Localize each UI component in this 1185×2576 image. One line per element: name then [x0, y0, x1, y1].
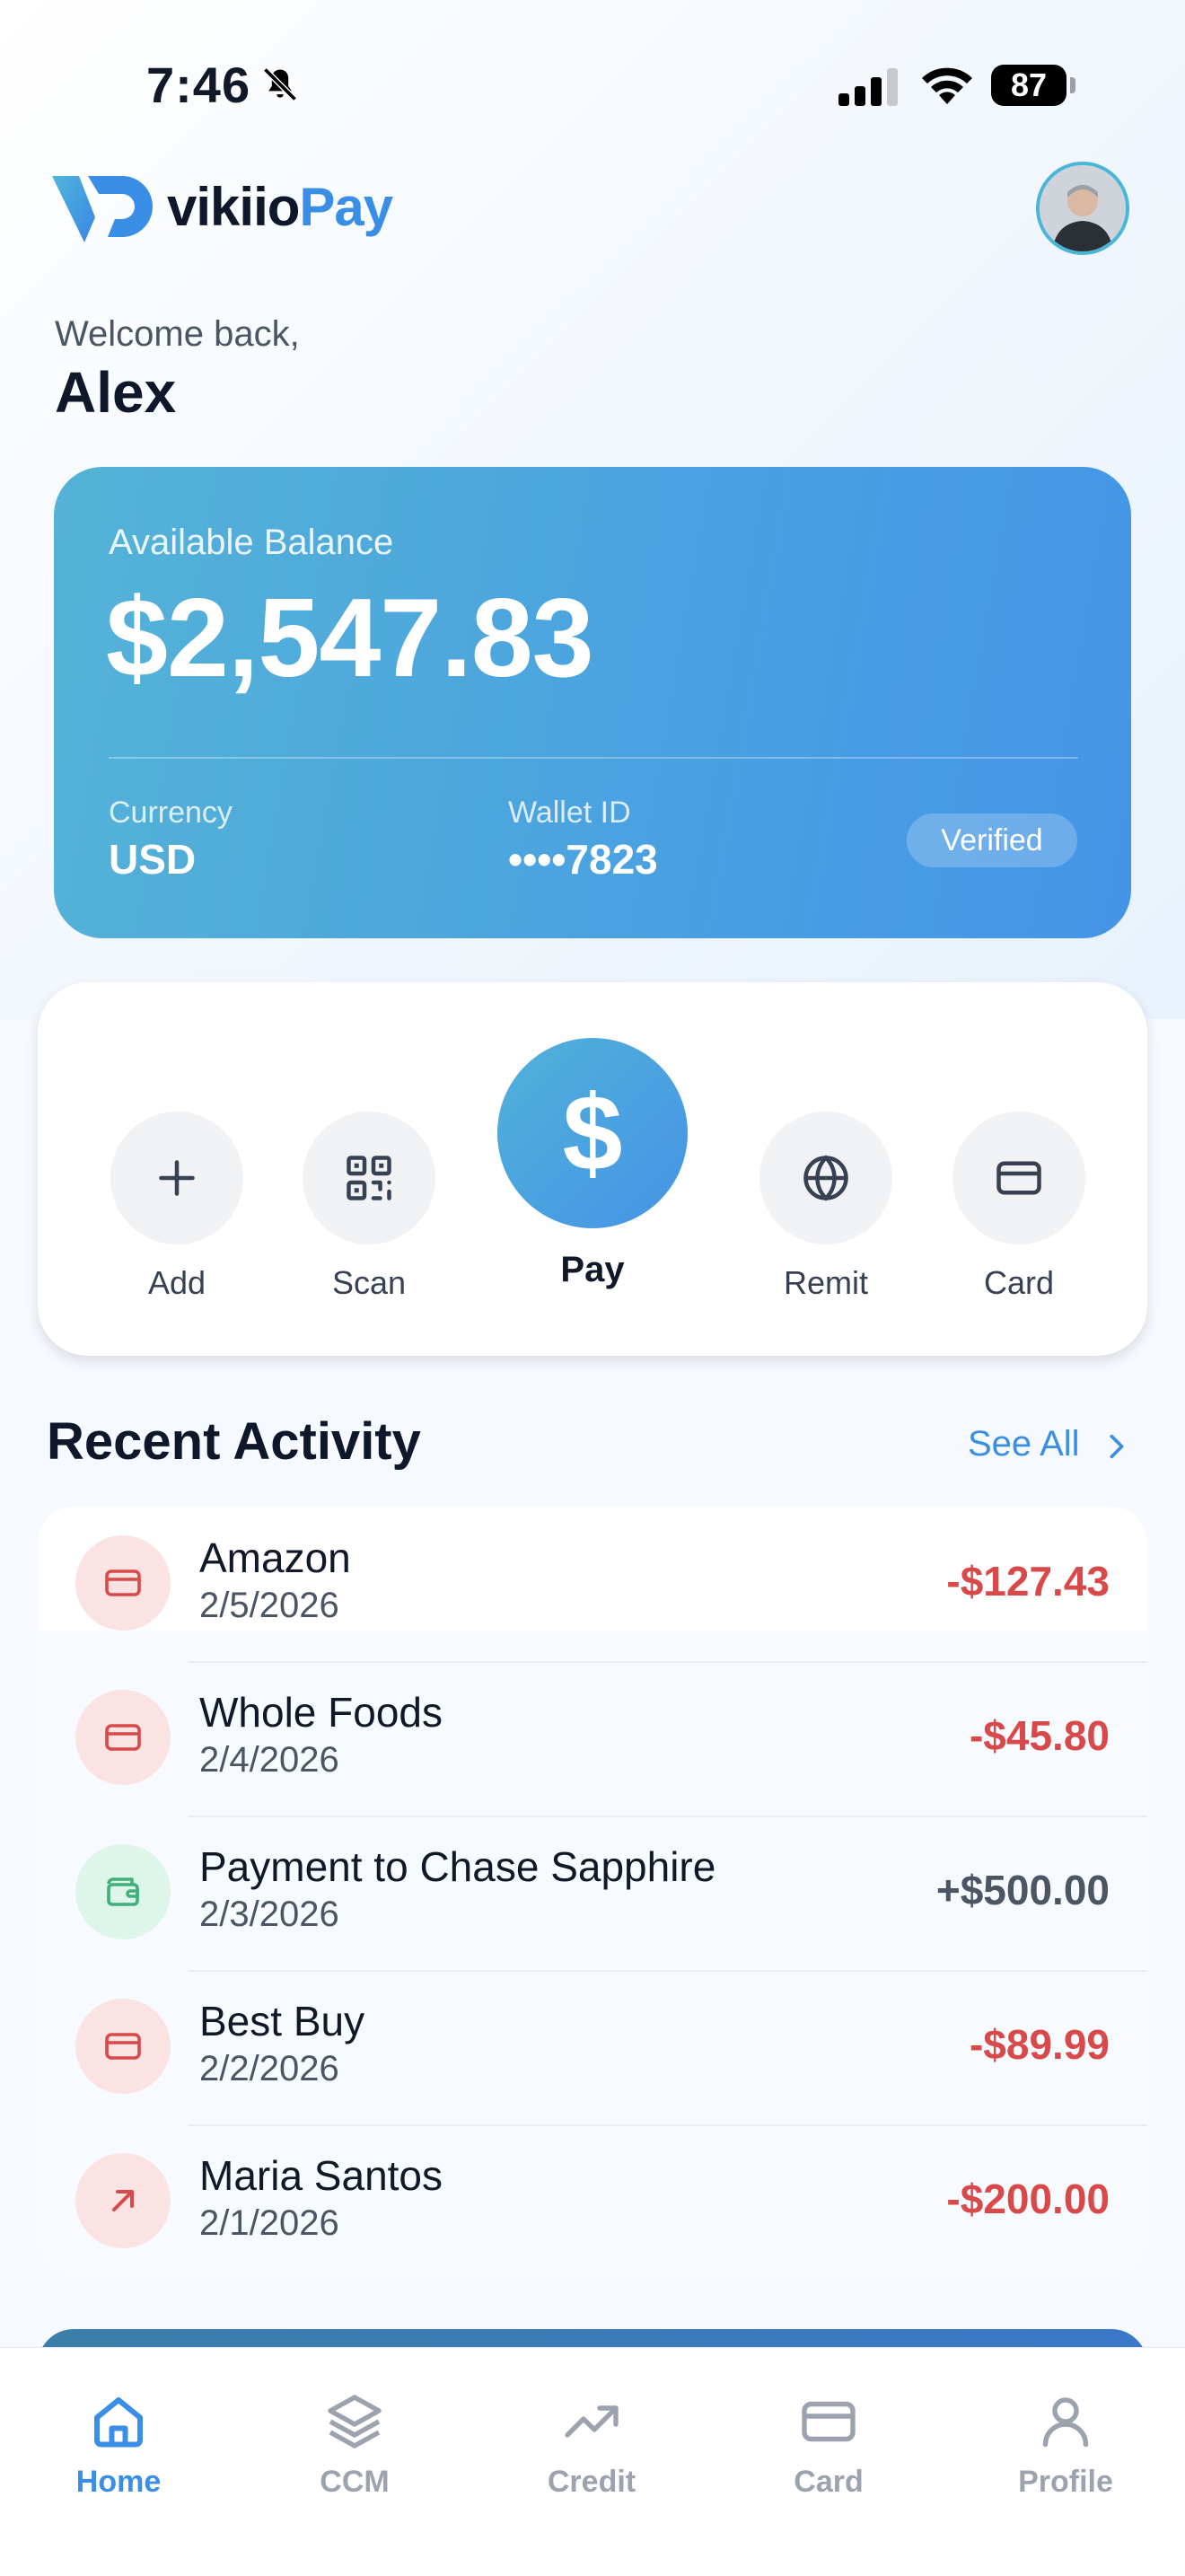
credit-card-icon	[996, 1161, 1041, 1195]
transaction-date: 2/5/2026	[199, 1586, 339, 1625]
qr-code-icon	[347, 1156, 391, 1200]
trending-up-icon	[565, 2405, 619, 2438]
see-all-link[interactable]: See All	[968, 1424, 1080, 1464]
transaction-date: 2/1/2026	[199, 2203, 339, 2243]
tab-credit[interactable]: Credit	[502, 2389, 681, 2500]
add-action-label: Add	[147, 1264, 206, 1301]
transaction-name: Best Buy	[199, 1998, 365, 2044]
credit-card-icon	[105, 1569, 141, 1596]
user-name: Alex	[55, 360, 177, 425]
transaction-date: 2/3/2026	[199, 1895, 339, 1934]
remit-action-label: Remit	[783, 1264, 868, 1301]
tab-ccm[interactable]: CCM	[265, 2389, 444, 2500]
tab-credit-label: Credit	[547, 2465, 636, 2499]
user-icon	[1042, 2397, 1089, 2448]
tab-profile-label: Profile	[1018, 2465, 1113, 2499]
plus-icon	[159, 1160, 195, 1196]
globe-icon	[803, 1155, 848, 1201]
balance-divider	[109, 757, 1078, 759]
transaction-amount: -$127.43	[946, 1558, 1110, 1605]
activity-list: Amazon 2/5/2026 -$127.43 Whole Foods 2/4…	[38, 1507, 1147, 2275]
dollar-icon: $	[562, 1073, 623, 1193]
pay-action-button[interactable]: $ Pay	[497, 1038, 688, 1290]
tab-home[interactable]: Home	[29, 2389, 208, 2500]
recent-activity-title: Recent Activity	[47, 1412, 421, 1471]
bell-muted-icon	[263, 67, 297, 101]
currency-value: USD	[109, 836, 197, 883]
wallet-id-value: ••••7823	[508, 836, 658, 883]
scan-action-label: Scan	[331, 1264, 407, 1301]
card-action-label: Card	[983, 1264, 1055, 1301]
list-item[interactable]: Maria Santos 2/1/2026 -$200.00	[38, 2124, 1147, 2275]
vikiio-logo-icon	[52, 176, 153, 242]
add-action-button[interactable]: Add	[105, 1112, 249, 1302]
welcome-text: Welcome back,	[55, 314, 300, 354]
wifi-icon	[922, 67, 972, 104]
transaction-name: Maria Santos	[199, 2152, 443, 2199]
scan-action-button[interactable]: Scan	[297, 1112, 441, 1302]
pay-action-label: Pay	[560, 1250, 625, 1289]
bottom-tab-bar: Home CCM Credit Card Profile	[0, 2347, 1185, 2576]
credit-card-icon	[105, 2033, 141, 2060]
transaction-name: Whole Foods	[199, 1689, 443, 1736]
home-icon	[94, 2397, 143, 2448]
wallet-icon	[107, 1877, 139, 1906]
remit-action-button[interactable]: Remit	[754, 1112, 898, 1302]
card-action-button[interactable]: Card	[947, 1112, 1091, 1302]
transaction-amount: -$200.00	[946, 2176, 1110, 2222]
signal-icon	[838, 68, 898, 106]
list-item[interactable]: Best Buy 2/2/2026 -$89.99	[38, 1970, 1147, 2124]
quick-actions: Add Scan $ Pay Remit Card	[38, 982, 1147, 1356]
transaction-date: 2/4/2026	[199, 1740, 339, 1780]
transaction-amount: +$500.00	[935, 1867, 1110, 1913]
list-item[interactable]: Amazon 2/5/2026 -$127.43	[38, 1507, 1147, 1661]
balance-card[interactable]: Available Balance $2,547.83 Currency USD…	[54, 467, 1131, 938]
chevron-right-icon[interactable]	[1104, 1431, 1129, 1462]
tab-home-label: Home	[75, 2465, 162, 2499]
status-bar: 7:46 87	[0, 0, 1185, 171]
balance-label: Available Balance	[109, 523, 394, 562]
tab-ccm-label: CCM	[320, 2465, 390, 2499]
transaction-amount: -$89.99	[969, 2021, 1110, 2068]
brand-main: vikiio	[167, 177, 300, 237]
brand-name: vikiioPay	[167, 176, 393, 238]
wallet-id-label: Wallet ID	[508, 796, 631, 830]
tab-card-label: Card	[794, 2465, 864, 2499]
transaction-name: Amazon	[199, 1534, 351, 1581]
credit-card-icon	[802, 2401, 856, 2442]
currency-label: Currency	[109, 796, 233, 830]
status-time: 7:46	[146, 57, 251, 113]
credit-card-icon	[105, 1724, 141, 1751]
tab-card[interactable]: Card	[739, 2389, 918, 2500]
list-item[interactable]: Whole Foods 2/4/2026 -$45.80	[38, 1661, 1147, 1816]
transaction-amount: -$45.80	[969, 1712, 1110, 1759]
battery-level: 87	[991, 65, 1066, 106]
battery-icon: 87	[991, 65, 1077, 106]
avatar-photo	[1040, 165, 1126, 251]
layers-icon	[328, 2395, 382, 2449]
brand-accent: Pay	[299, 177, 393, 237]
arrow-up-right-icon	[112, 2190, 134, 2211]
list-item[interactable]: Payment to Chase Sapphire 2/3/2026 +$500…	[38, 1816, 1147, 1970]
transaction-date: 2/2/2026	[199, 2049, 339, 2088]
tab-profile[interactable]: Profile	[976, 2389, 1155, 2500]
balance-amount: $2,547.83	[106, 576, 594, 700]
verified-badge: Verified	[907, 813, 1077, 867]
avatar[interactable]	[1036, 162, 1129, 255]
transaction-name: Payment to Chase Sapphire	[199, 1843, 716, 1890]
